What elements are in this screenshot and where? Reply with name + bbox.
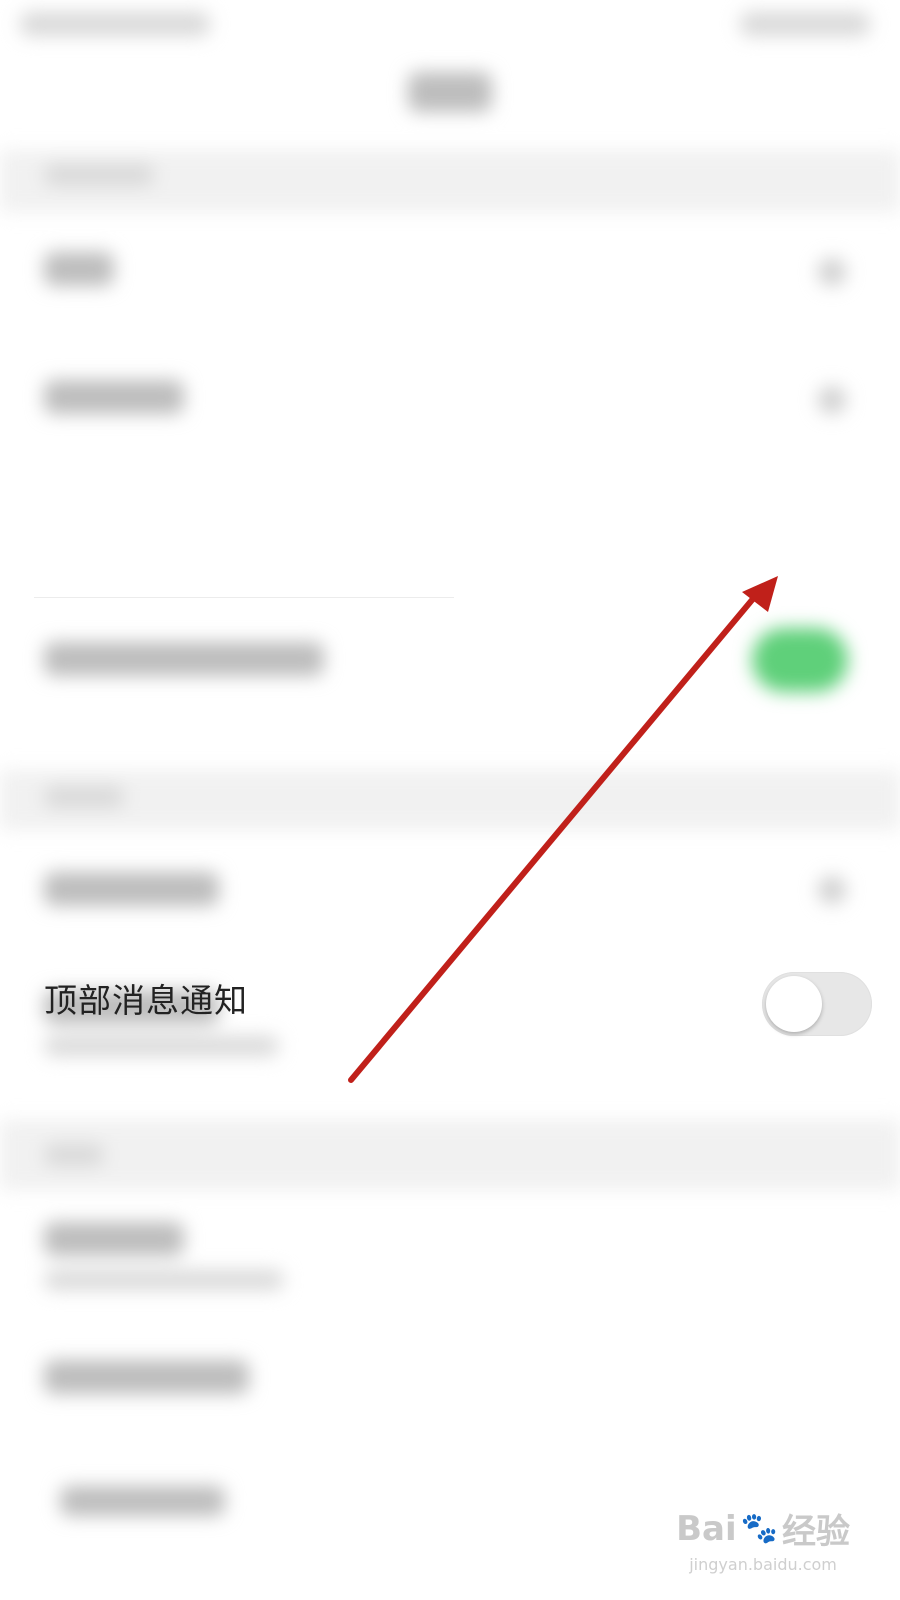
row-1-chevron <box>818 258 846 286</box>
row-2-label <box>44 380 184 414</box>
row-8-label <box>44 1360 249 1394</box>
row-7-sublabel <box>44 1270 284 1290</box>
section-header-2-text <box>44 786 124 808</box>
status-bar-left <box>20 12 210 36</box>
section-header-3 <box>0 1120 900 1190</box>
row-divider <box>34 597 454 598</box>
settings-screen: 顶部消息通知 Bai 🐾 经验 jingyan.baidu.com <box>0 0 900 1600</box>
row-2-chevron <box>818 386 846 414</box>
header-title <box>408 72 492 112</box>
section-header-1-text <box>44 164 154 186</box>
row-1-label <box>44 252 114 286</box>
row-9-label <box>60 1486 225 1516</box>
row-4-label <box>44 642 324 676</box>
watermark-url: jingyan.baidu.com <box>689 1555 837 1574</box>
watermark-logo: Bai 🐾 经验 <box>676 1504 850 1553</box>
top-notification-toggle[interactable] <box>762 972 872 1036</box>
paw-icon: 🐾 <box>740 1511 778 1546</box>
row-6-sublabel <box>44 1036 279 1056</box>
row-5-label <box>44 872 219 906</box>
status-bar-right <box>740 12 870 36</box>
blurred-background <box>0 0 900 1600</box>
setting-row-top-notification[interactable]: 顶部消息通知 <box>0 470 900 1036</box>
section-header-2 <box>0 770 900 830</box>
setting-label: 顶部消息通知 <box>44 981 248 1020</box>
section-header-3-text <box>44 1144 104 1166</box>
watermark-brand: Bai <box>676 1508 737 1549</box>
row-5-chevron <box>818 876 846 904</box>
baidu-jingyan-watermark: Bai 🐾 经验 jingyan.baidu.com <box>676 1504 850 1575</box>
watermark-brand-cn: 经验 <box>782 1512 850 1552</box>
row-7-label <box>44 1222 184 1256</box>
row-4-toggle-on <box>752 628 848 692</box>
toggle-knob <box>766 976 822 1032</box>
